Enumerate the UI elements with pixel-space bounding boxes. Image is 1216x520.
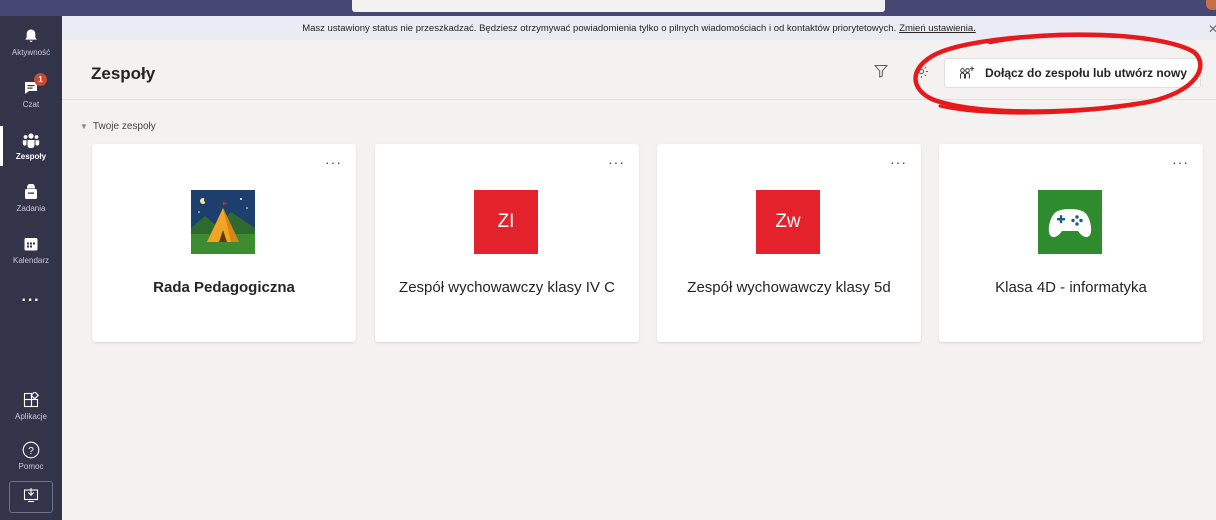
section-label: Twoje zespoły	[92, 121, 156, 132]
rail-item-calendar[interactable]: Kalendarz	[0, 226, 62, 274]
more-options-icon[interactable]: ···	[608, 154, 625, 170]
calendar-icon	[22, 235, 40, 253]
team-card[interactable]: ··· ZI Zespół wychowawczy klasy IV C	[375, 144, 639, 342]
join-button-label: Dołącz do zespołu lub utwórz nowy	[985, 66, 1188, 80]
close-icon[interactable]: ✕	[1208, 22, 1216, 36]
more-options-icon[interactable]: ···	[1172, 154, 1189, 170]
team-initials-avatar: ZI	[474, 190, 538, 254]
rail-label: Aplikacje	[14, 412, 47, 421]
search-box[interactable]	[352, 0, 885, 12]
change-settings-link[interactable]: Zmień ustawienia.	[899, 23, 976, 34]
team-card[interactable]: ··· Klasa 4D - informatyka	[939, 144, 1203, 342]
rail-item-apps[interactable]: Aplikacje	[0, 382, 62, 430]
rail-item-assignments[interactable]: Zadania	[0, 174, 62, 222]
team-card[interactable]: ··· Zw Zespół wychowawczy klasy 5d	[657, 144, 921, 342]
caret-down-icon: ▼	[80, 122, 88, 131]
help-icon: ?	[22, 441, 40, 459]
gear-icon[interactable]	[914, 64, 930, 80]
title-bar	[0, 0, 1216, 16]
team-name: Zespół wychowawczy klasy 5d	[687, 279, 891, 296]
dnd-notification-banner: Masz ustawiony status nie przeszkadzać. …	[62, 16, 1216, 40]
rail-label: Zadania	[16, 204, 46, 213]
rail-item-activity[interactable]: Aktywność	[0, 18, 62, 66]
more-options-icon[interactable]: ···	[890, 154, 907, 170]
app-rail: Aktywność 1 Czat Zespoły Zadania Kalenda…	[0, 16, 62, 520]
rail-label: Zespoły	[15, 152, 47, 161]
page-header: Zespoły Dołącz do zespołu lub utwórz now…	[62, 40, 1216, 100]
chat-icon: 1	[22, 73, 47, 97]
apps-icon	[22, 391, 40, 409]
team-name: Rada Pedagogiczna	[153, 279, 295, 296]
team-logo-gamepad	[1038, 190, 1102, 254]
team-card[interactable]: ··· Rada Pedagogiczna	[92, 144, 356, 342]
rail-label: Czat	[22, 100, 40, 109]
rail-item-teams[interactable]: Zespoły	[0, 122, 62, 170]
rail-label: Aktywność	[11, 48, 51, 57]
banner-text: Masz ustawiony status nie przeszkadzać. …	[302, 22, 897, 34]
team-logo-camping-tent	[191, 190, 255, 254]
rail-label: Kalendarz	[12, 256, 50, 265]
rail-item-chat[interactable]: 1 Czat	[0, 70, 62, 118]
filter-icon[interactable]	[873, 64, 890, 80]
join-or-create-team-button[interactable]: Dołącz do zespołu lub utwórz nowy	[944, 58, 1201, 88]
svg-text:?: ?	[28, 446, 34, 457]
team-initials-avatar: Zw	[756, 190, 820, 254]
teams-icon	[22, 131, 40, 149]
page-title: Zespoły	[91, 64, 156, 83]
team-name: Zespół wychowawczy klasy IV C	[399, 279, 615, 296]
more-apps-button[interactable]: ···	[0, 292, 62, 310]
assignments-icon	[22, 183, 40, 201]
your-teams-section-toggle[interactable]: ▼ Twoje zespoły	[80, 121, 156, 132]
rail-label: Pomoc	[18, 462, 44, 471]
more-options-icon[interactable]: ···	[325, 154, 342, 170]
add-team-icon	[959, 66, 975, 80]
unread-badge: 1	[34, 73, 47, 86]
bell-icon	[22, 27, 40, 45]
team-name: Klasa 4D - informatyka	[995, 279, 1147, 296]
rail-item-help[interactable]: ? Pomoc	[0, 432, 62, 480]
download-app-button[interactable]	[9, 481, 53, 513]
avatar[interactable]	[1206, 0, 1216, 10]
download-icon	[23, 487, 39, 508]
